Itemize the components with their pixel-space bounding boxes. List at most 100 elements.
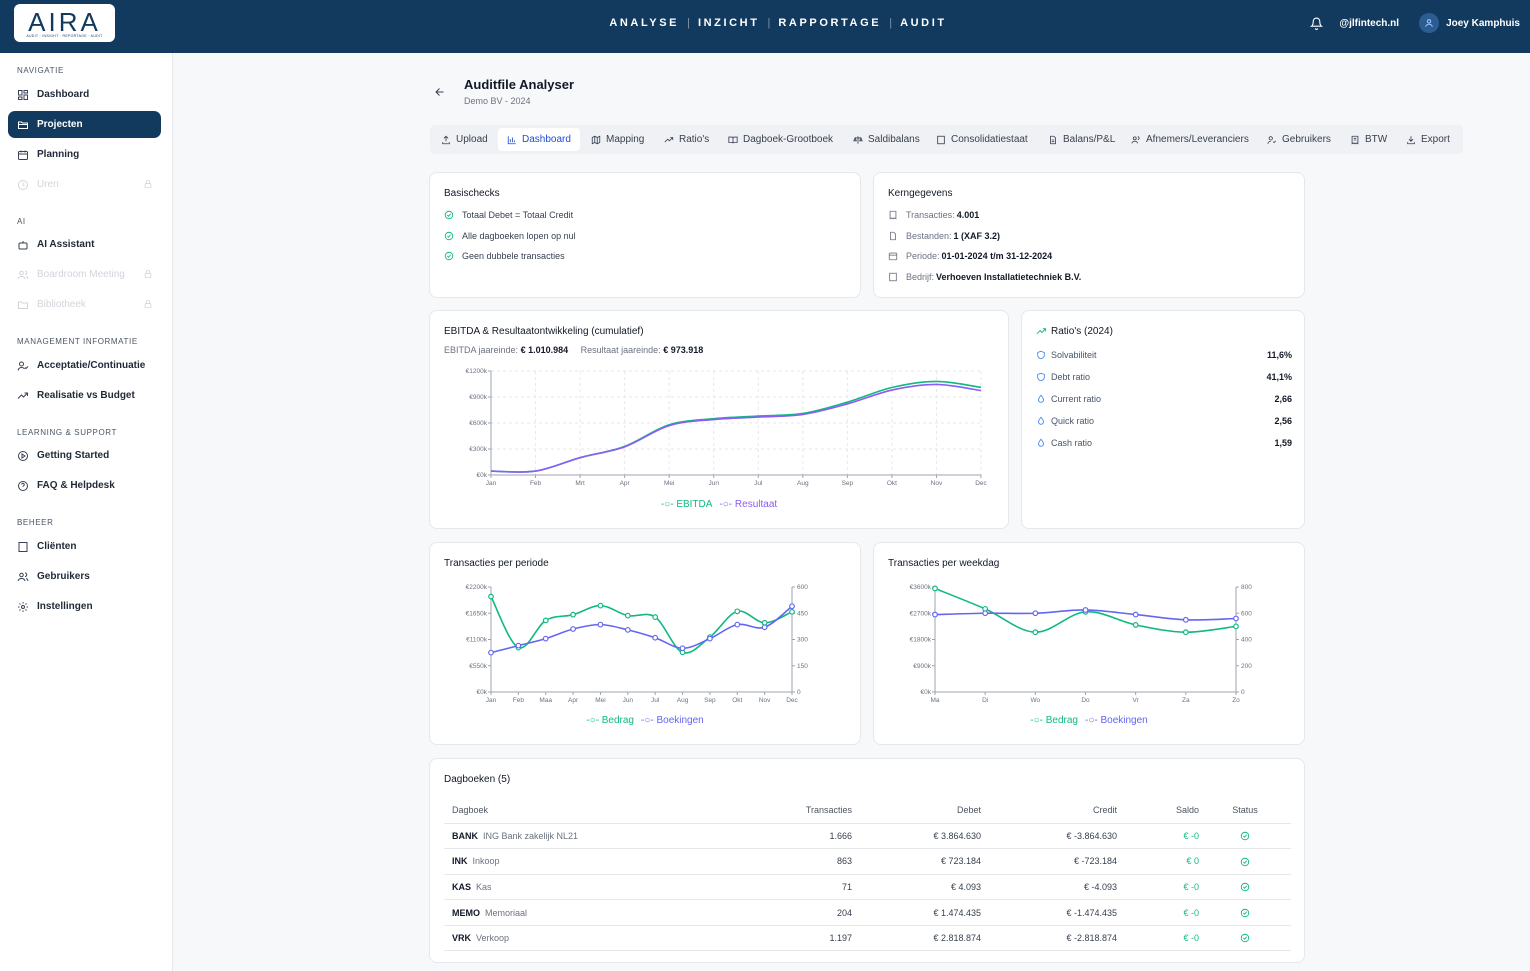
- ebitda-legend: -○- EBITDA -○- Resultaat: [430, 499, 1008, 510]
- lock-icon: [144, 269, 152, 279]
- folder-open-icon: [18, 301, 28, 309]
- col-credit[interactable]: Credit: [981, 797, 1117, 824]
- sidebar-item-projecten[interactable]: Projecten: [8, 111, 161, 138]
- sidebar-item-getting-started[interactable]: Getting Started: [8, 442, 161, 469]
- tab-consolidatiestaat[interactable]: Consolidatiestaat: [927, 128, 1037, 151]
- topnav-audit[interactable]: AUDIT: [900, 17, 947, 29]
- sidebar-item-instellingen[interactable]: Instellingen: [8, 593, 161, 620]
- basischecks-title: Basischecks: [444, 188, 500, 199]
- y2-tick-label: 0: [797, 689, 801, 696]
- col-transacties[interactable]: Transacties: [744, 797, 852, 824]
- periode-title: Transacties per periode: [444, 558, 549, 569]
- bell-icon[interactable]: [1310, 17, 1324, 30]
- kv-value: 01-01-2024 t/m 31-12-2024: [941, 251, 1053, 261]
- col-dagboek[interactable]: Dagboek: [444, 797, 744, 824]
- weekdag-chart: €0k €900k €1800k €2700k €3600k 0 200 400 600 800 M…: [910, 584, 1253, 704]
- tab-balans-pl[interactable]: Balans/P&L: [1039, 128, 1124, 151]
- y2-tick-label: 450: [797, 610, 808, 617]
- table-row[interactable]: MEMO Memoriaal 204 € 1.474.435 € -1.474.435 €…: [444, 899, 1291, 926]
- dagboek-name: ING Bank zakelijk NL21: [483, 830, 579, 841]
- ratio-label: Solvabiliteit: [1051, 350, 1097, 360]
- table-row[interactable]: VRK Verkoop 1.197 € 2.818.874 € -2.818.874 € …: [444, 925, 1291, 952]
- y-tick-label: €1800k: [910, 637, 932, 644]
- receipt-icon: [889, 210, 897, 220]
- data-point: [1182, 616, 1189, 623]
- tab-saldibalans[interactable]: Saldibalans: [844, 128, 929, 151]
- y2-tick-label: 600: [797, 584, 808, 591]
- series-line: [490, 380, 982, 473]
- sidebar-label-projecten: Projecten: [37, 119, 83, 130]
- table-row[interactable]: INK Inkoop 863 € 723.184 € -723.184 € 0: [444, 848, 1291, 875]
- y-tick-label: €300k: [469, 446, 487, 453]
- tab-btw[interactable]: BTW: [1341, 128, 1396, 151]
- sidebar-item-gebruikers[interactable]: Gebruikers: [8, 563, 161, 590]
- tab-upload[interactable]: Upload: [432, 128, 497, 151]
- x-tick-label: Vr: [1133, 697, 1140, 704]
- help-circle-icon: [18, 480, 28, 491]
- avatar[interactable]: [1419, 13, 1440, 33]
- data-point: [734, 608, 741, 615]
- tab-label-balans-pl: Balans/P&L: [1063, 134, 1116, 145]
- x-tick-label: Okt: [887, 480, 897, 487]
- legend-resultaat[interactable]: -○- Resultaat: [719, 499, 777, 510]
- check-circle-icon: [1240, 908, 1250, 918]
- sidebar-item-ai-assistant[interactable]: AI Assistant: [8, 231, 161, 258]
- cell-credit: € -723.184: [981, 848, 1117, 875]
- sidebar-item-clienten[interactable]: Cliënten: [8, 533, 161, 560]
- tab-mapping[interactable]: Mapping: [582, 128, 653, 151]
- cell-transacties: 204: [744, 899, 852, 926]
- cell-transacties: 863: [744, 848, 852, 875]
- topnav-analyse[interactable]: ANALYSE: [609, 17, 679, 29]
- tab-label-export: Export: [1421, 134, 1450, 145]
- ratio-label: Debt ratio: [1051, 372, 1091, 382]
- legend-boekingen[interactable]: -○- Boekingen: [641, 715, 704, 726]
- sidebar-label-planning: Planning: [37, 149, 80, 160]
- legend-bedrag[interactable]: -○- Bedrag: [586, 715, 634, 726]
- tab-export[interactable]: Export: [1397, 128, 1459, 151]
- tab-ratios[interactable]: Ratio's: [655, 128, 718, 151]
- resultaat-value: € 973.918: [663, 345, 704, 355]
- sidebar-item-acceptatie[interactable]: Acceptatie/Continuatie: [8, 352, 161, 379]
- topnav-inzicht[interactable]: INZICHT: [698, 17, 760, 29]
- ratio-value: 1,59: [1274, 438, 1292, 448]
- tab-dashboard[interactable]: Dashboard: [498, 128, 580, 151]
- table-row[interactable]: BANK ING Bank zakelijk NL21 1.666 € 3.864.6…: [444, 823, 1291, 850]
- y-tick-label: €2200k: [466, 584, 488, 591]
- legend-boekingen[interactable]: -○- Boekingen: [1085, 715, 1148, 726]
- sidebar-label-uren: Uren: [37, 179, 59, 190]
- col-saldo[interactable]: Saldo: [1117, 797, 1199, 824]
- legend-ebitda[interactable]: -○- EBITDA: [661, 499, 713, 510]
- y2-tick-label: 200: [1241, 663, 1252, 670]
- topnav-rapportage[interactable]: RAPPORTAGE: [778, 17, 881, 29]
- tab-afnemers[interactable]: Afnemers/Leveranciers: [1122, 128, 1258, 151]
- check-circle-icon: [1240, 934, 1250, 943]
- col-debet[interactable]: Debet: [852, 797, 981, 824]
- sidebar-item-uren: Uren: [8, 171, 161, 198]
- sidebar-item-planning[interactable]: Planning: [8, 141, 161, 168]
- legend-bedrag[interactable]: -○- Bedrag: [1030, 715, 1078, 726]
- tab-gebruikers[interactable]: Gebruikers: [1258, 128, 1340, 151]
- x-tick-label: Feb: [530, 480, 542, 487]
- sidebar-item-faq[interactable]: FAQ & Helpdesk: [8, 472, 161, 499]
- dagboeken-card: Dagboeken (5) Dagboek Transacties Debet …: [429, 758, 1305, 963]
- data-point: [789, 608, 795, 615]
- clock-icon: [18, 179, 28, 190]
- table-row[interactable]: KAS Kas 71 € 4.093 € -4.093 € -0: [444, 874, 1291, 901]
- upload-icon: [442, 135, 450, 144]
- sidebar-item-dashboard[interactable]: Dashboard: [8, 81, 161, 108]
- gear-icon: [18, 601, 28, 612]
- legend-ebitda-label: EBITDA: [676, 499, 713, 510]
- sidebar-label-dashboard: Dashboard: [37, 89, 90, 100]
- y-tick-label: €1200k: [466, 368, 488, 375]
- back-arrow-icon[interactable]: [434, 86, 446, 98]
- user-name[interactable]: Joey Kamphuis: [1446, 18, 1520, 29]
- tab-dagboek-grootboek[interactable]: Dagboek-Grootboek: [719, 128, 842, 151]
- bar-chart-icon: [507, 135, 516, 144]
- receipt-icon: [1351, 135, 1359, 145]
- data-point: [597, 621, 604, 628]
- dagboek-name: Inkoop: [472, 856, 500, 867]
- sidebar-item-realisatie[interactable]: Realisatie vs Budget: [8, 382, 161, 409]
- y-tick-label: €1100k: [466, 637, 488, 644]
- col-status[interactable]: Status: [1199, 797, 1291, 824]
- cell-saldo: € -0: [1117, 899, 1199, 926]
